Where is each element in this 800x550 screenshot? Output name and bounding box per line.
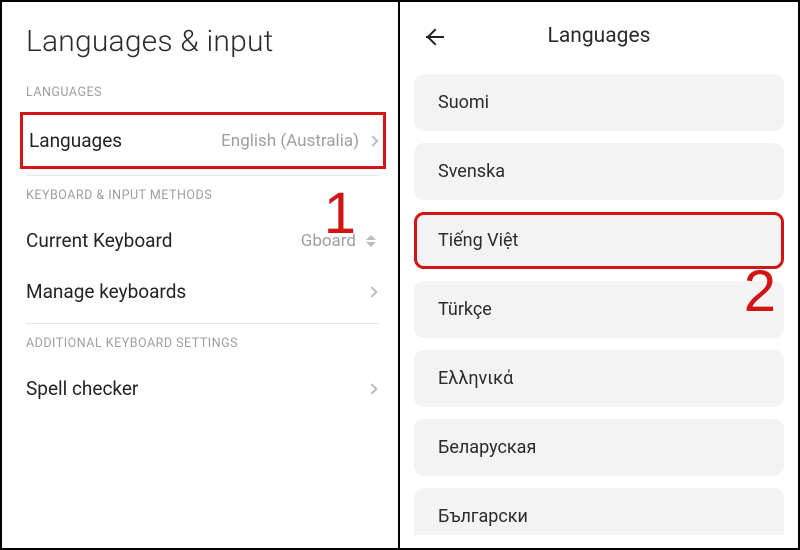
languages-list-screen: Languages Suomi Svenska Tiếng Việt Türkçe Ελ…	[400, 2, 798, 548]
divider	[26, 323, 380, 324]
row-languages[interactable]: Languages English (Australia)	[20, 112, 386, 169]
row-languages-value: English (Australia)	[221, 131, 377, 151]
updown-icon	[366, 235, 376, 247]
row-spell-checker[interactable]: Spell checker	[26, 363, 380, 414]
tutorial-two-panel: Languages & input LANGUAGES Languages En…	[0, 0, 800, 550]
step-number-1: 1	[324, 180, 356, 247]
chevron-right-icon	[366, 383, 377, 394]
chevron-right-icon	[366, 286, 377, 297]
divider	[26, 175, 380, 176]
page-title: Languages	[548, 24, 651, 48]
language-item[interactable]: Svenska	[414, 143, 784, 200]
row-spell-checker-label: Spell checker	[26, 377, 138, 400]
language-item[interactable]: Ελληνικά	[414, 350, 784, 407]
section-header-additional: ADDITIONAL KEYBOARD SETTINGS	[26, 336, 380, 351]
language-item[interactable]: Türkçe	[414, 281, 784, 338]
step-number-2: 2	[744, 258, 776, 325]
section-header-languages: LANGUAGES	[26, 85, 380, 100]
row-languages-label: Languages	[29, 129, 122, 152]
language-item[interactable]: Беларуская	[414, 419, 784, 476]
language-item[interactable]: Tiếng Việt	[414, 212, 784, 269]
header: Languages	[414, 16, 784, 56]
language-item[interactable]: Suomi	[414, 74, 784, 131]
row-manage-keyboards[interactable]: Manage keyboards	[26, 266, 380, 317]
back-button[interactable]	[422, 24, 448, 50]
page-title: Languages & input	[26, 24, 380, 59]
chevron-right-icon	[367, 135, 378, 146]
language-item[interactable]: Български	[414, 488, 784, 535]
language-list: Suomi Svenska Tiếng Việt Türkçe Ελληνικά Бела…	[414, 74, 784, 535]
settings-languages-input-screen: Languages & input LANGUAGES Languages En…	[2, 2, 400, 548]
row-current-keyboard-label: Current Keyboard	[26, 229, 172, 252]
row-manage-keyboards-label: Manage keyboards	[26, 280, 186, 303]
